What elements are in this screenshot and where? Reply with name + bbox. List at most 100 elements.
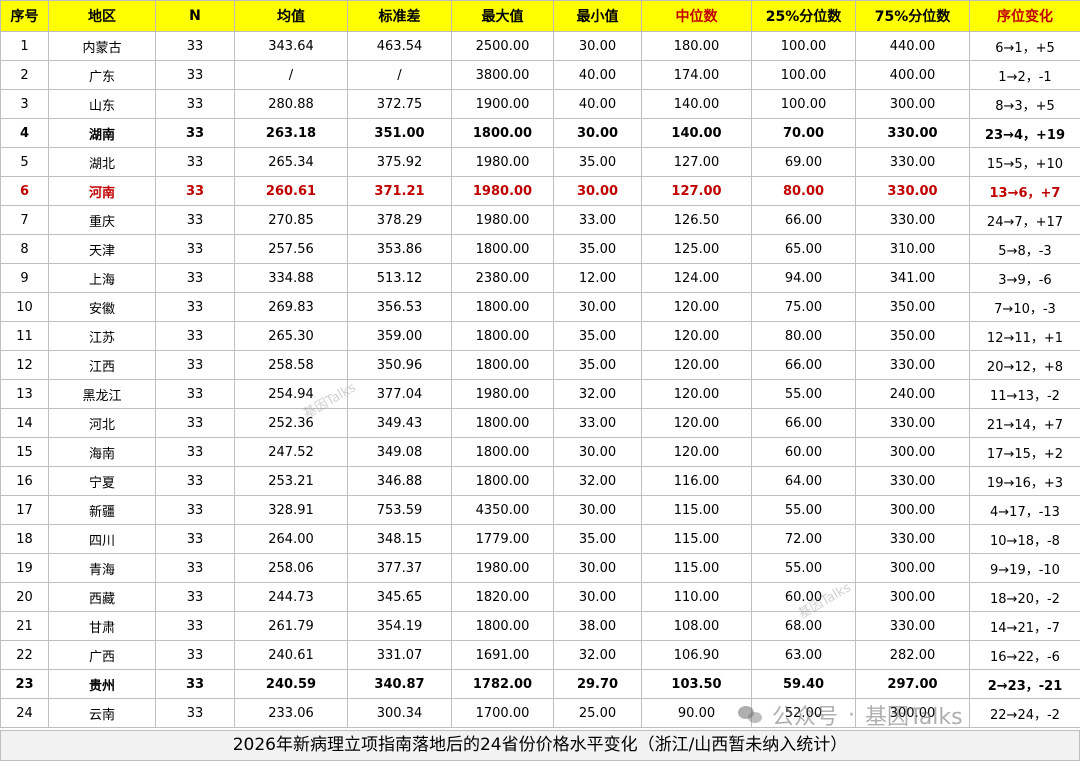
table-cell: 1800.00	[451, 466, 554, 496]
table-cell: 19→16，+3	[969, 466, 1080, 496]
table-cell: 330.00	[855, 408, 970, 438]
table-row: 8 天津 33 257.56 353.86 1800.00 35.00 125.00 65.00…	[0, 234, 1080, 264]
table-cell: 356.53	[347, 292, 452, 322]
table-cell: 120.00	[641, 379, 752, 409]
table-cell: 377.37	[347, 553, 452, 583]
table-cell: 8	[0, 234, 49, 264]
table-cell: 297.00	[855, 669, 970, 699]
table-cell: 湖北	[48, 147, 156, 177]
table-row: 7 重庆 33 270.85 378.29 1980.00 33.00 126.50 66.00…	[0, 205, 1080, 235]
table-cell: 江西	[48, 350, 156, 380]
table-cell: 宁夏	[48, 466, 156, 496]
table-cell: 330.00	[855, 205, 970, 235]
table-cell: 100.00	[751, 60, 856, 90]
table-cell: 33	[155, 524, 235, 554]
table-cell: 16→22，-6	[969, 640, 1080, 670]
table-cell: 29.70	[553, 669, 642, 699]
price-table: 序号 地区 N 均值 标准差 最大值 最小值 中位数 25%分位数 75%分位数 序位变化 1 内蒙古…	[0, 0, 1080, 728]
table-cell: 440.00	[855, 31, 970, 61]
table-cell: 黑龙江	[48, 379, 156, 409]
table-cell: 244.73	[234, 582, 348, 612]
column-header: 中位数	[641, 0, 752, 32]
table-body: 1 内蒙古 33 343.64 463.54 2500.00 30.00 180.00 100.…	[0, 31, 1080, 728]
table-cell: 山东	[48, 89, 156, 119]
table-cell: 65.00	[751, 234, 856, 264]
table-cell: /	[234, 60, 348, 90]
table-cell: 重庆	[48, 205, 156, 235]
table-cell: 247.52	[234, 437, 348, 467]
column-header: 序位变化	[969, 0, 1080, 32]
table-cell: 云南	[48, 698, 156, 728]
table-cell: 10→18，-8	[969, 524, 1080, 554]
table-cell: 7	[0, 205, 49, 235]
table-cell: 300.00	[855, 495, 970, 525]
table-cell: 14→21，-7	[969, 611, 1080, 641]
table-row: 20 西藏 33 244.73 345.65 1820.00 30.00 110.00 60.0…	[0, 582, 1080, 612]
table-cell: 350.00	[855, 321, 970, 351]
table-cell: 66.00	[751, 205, 856, 235]
table-cell: 14	[0, 408, 49, 438]
table-cell: 8→3，+5	[969, 89, 1080, 119]
table-cell: 江苏	[48, 321, 156, 351]
table-cell: 17	[0, 495, 49, 525]
table-cell: 300.34	[347, 698, 452, 728]
table-cell: 66.00	[751, 408, 856, 438]
table-cell: 55.00	[751, 379, 856, 409]
table-cell: 河北	[48, 408, 156, 438]
table-cell: 3→9，-6	[969, 263, 1080, 293]
table-cell: 68.00	[751, 611, 856, 641]
table-cell: 1980.00	[451, 379, 554, 409]
table-cell: 261.79	[234, 611, 348, 641]
table-cell: 353.86	[347, 234, 452, 264]
table-cell: 12→11，+1	[969, 321, 1080, 351]
table-cell: 24→7，+17	[969, 205, 1080, 235]
table-cell: 300.00	[855, 582, 970, 612]
table-cell: 33	[155, 234, 235, 264]
table-cell: 372.75	[347, 89, 452, 119]
table-cell: 33	[155, 292, 235, 322]
table-cell: 72.00	[751, 524, 856, 554]
table-cell: 55.00	[751, 495, 856, 525]
table-cell: 400.00	[855, 60, 970, 90]
table-cell: 15→5，+10	[969, 147, 1080, 177]
table-cell: 1779.00	[451, 524, 554, 554]
table-cell: 30.00	[553, 292, 642, 322]
table-cell: 115.00	[641, 495, 752, 525]
table-cell: 1782.00	[451, 669, 554, 699]
table-cell: 青海	[48, 553, 156, 583]
table-row: 22 广西 33 240.61 331.07 1691.00 32.00 106.90 63.0…	[0, 640, 1080, 670]
table-cell: /	[347, 60, 452, 90]
table-cell: 120.00	[641, 321, 752, 351]
table-cell: 260.61	[234, 176, 348, 206]
table-cell: 安徽	[48, 292, 156, 322]
table-cell: 33.00	[553, 205, 642, 235]
table-cell: 湖南	[48, 118, 156, 148]
table-cell: 新疆	[48, 495, 156, 525]
table-cell: 33	[155, 379, 235, 409]
table-cell: 340.87	[347, 669, 452, 699]
table-row: 18 四川 33 264.00 348.15 1779.00 35.00 115.00 72.0…	[0, 524, 1080, 554]
column-header: N	[155, 0, 235, 32]
table-cell: 15	[0, 437, 49, 467]
table-cell: 126.50	[641, 205, 752, 235]
table-row: 23 贵州 33 240.59 340.87 1782.00 29.70 103.50 59.4…	[0, 669, 1080, 699]
table-cell: 33	[155, 176, 235, 206]
table-cell: 345.65	[347, 582, 452, 612]
table-cell: 180.00	[641, 31, 752, 61]
table-cell: 254.94	[234, 379, 348, 409]
table-cell: 66.00	[751, 350, 856, 380]
table-row: 14 河北 33 252.36 349.43 1800.00 33.00 120.00 66.0…	[0, 408, 1080, 438]
table-cell: 174.00	[641, 60, 752, 90]
table-cell: 348.15	[347, 524, 452, 554]
table-row: 3 山东 33 280.88 372.75 1900.00 40.00 140.00 100.0…	[0, 89, 1080, 119]
table-cell: 23	[0, 669, 49, 699]
table-cell: 贵州	[48, 669, 156, 699]
table-cell: 59.40	[751, 669, 856, 699]
table-cell: 1980.00	[451, 205, 554, 235]
table-cell: 377.04	[347, 379, 452, 409]
table-cell: 33	[155, 147, 235, 177]
table-row: 21 甘肃 33 261.79 354.19 1800.00 38.00 108.00 68.0…	[0, 611, 1080, 641]
table-cell: 280.88	[234, 89, 348, 119]
table-cell: 1980.00	[451, 176, 554, 206]
table-cell: 33	[155, 60, 235, 90]
